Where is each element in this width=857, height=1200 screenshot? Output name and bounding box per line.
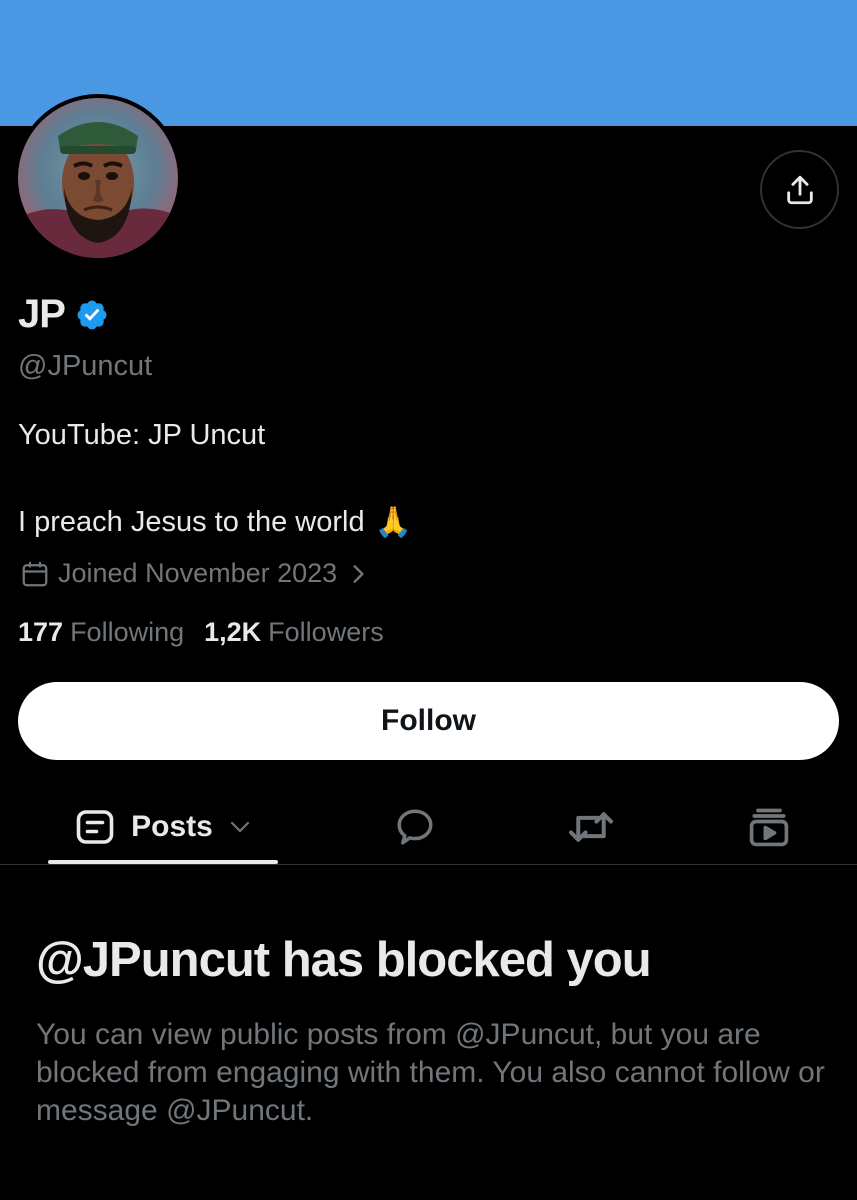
display-name: JP	[18, 292, 66, 336]
joined-date[interactable]: Joined November 2023	[20, 558, 367, 589]
followers-link[interactable]: 1,2K Followers	[204, 617, 384, 648]
bio-text: I preach Jesus to the world	[18, 506, 365, 538]
blocked-title: @JPuncut has blocked you	[36, 933, 652, 987]
following-count: 177	[18, 617, 64, 647]
tab-media[interactable]	[734, 790, 804, 864]
avatar-ring	[14, 94, 182, 262]
followers-count: 1,2K	[204, 617, 262, 647]
followers-label: Followers	[268, 617, 384, 647]
posts-icon	[75, 809, 115, 845]
following-link[interactable]: 177 Following	[18, 617, 184, 648]
selected-tab-indicator	[48, 860, 278, 864]
tab-posts[interactable]: Posts	[48, 790, 278, 864]
chevron-right-icon	[349, 563, 367, 585]
profile-handle: @JPuncut	[18, 350, 153, 382]
verified-badge-icon[interactable]	[75, 298, 109, 332]
bio-line-1: YouTube: JP Uncut	[18, 419, 266, 451]
reposts-icon	[567, 807, 615, 847]
avatar[interactable]	[18, 98, 178, 258]
chevron-down-icon[interactable]	[229, 820, 251, 834]
tab-posts-label: Posts	[131, 810, 213, 843]
name-row: JP	[18, 292, 109, 337]
bio-line-2: I preach Jesus to the world 🙏	[18, 505, 412, 540]
tab-replies[interactable]	[380, 790, 450, 864]
profile-page: JP @JPuncut YouTube: JP Uncut I preach J…	[0, 0, 857, 1200]
media-icon	[747, 805, 791, 849]
following-label: Following	[70, 617, 185, 647]
calendar-icon	[20, 559, 50, 589]
tab-reposts[interactable]	[556, 790, 626, 864]
share-button[interactable]	[760, 150, 839, 229]
profile-tabs: Posts	[0, 790, 857, 865]
joined-label: Joined November 2023	[58, 558, 338, 588]
follow-stats: 177 Following 1,2K Followers	[18, 617, 384, 648]
follow-button[interactable]: Follow	[18, 682, 839, 760]
blocked-description: You can view public posts from @JPuncut,…	[36, 1018, 825, 1127]
replies-icon	[393, 806, 437, 848]
praying-hands-emoji: 🙏	[374, 506, 412, 539]
share-icon	[786, 175, 813, 204]
